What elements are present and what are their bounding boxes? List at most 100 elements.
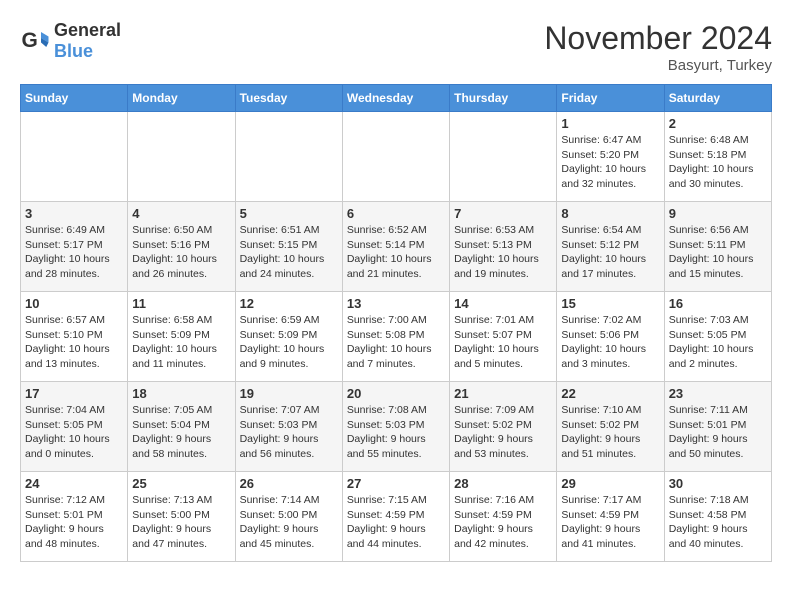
- calendar-cell: [128, 112, 235, 202]
- day-number: 10: [25, 296, 123, 311]
- calendar-cell: 26 Sunrise: 7:14 AMSunset: 5:00 PMDayligh…: [235, 472, 342, 562]
- calendar-cell: 4 Sunrise: 6:50 AMSunset: 5:16 PMDaylight…: [128, 202, 235, 292]
- day-of-week-header: Tuesday: [235, 85, 342, 112]
- day-number: 15: [561, 296, 659, 311]
- calendar-cell: 9 Sunrise: 6:56 AMSunset: 5:11 PMDaylight…: [664, 202, 771, 292]
- day-info: Sunrise: 7:18 AMSunset: 4:58 PMDaylight:…: [669, 493, 767, 552]
- day-info: Sunrise: 7:08 AMSunset: 5:03 PMDaylight:…: [347, 403, 445, 462]
- day-info: Sunrise: 6:50 AMSunset: 5:16 PMDaylight:…: [132, 223, 230, 282]
- calendar-cell: [342, 112, 449, 202]
- logo-blue: Blue: [54, 41, 93, 61]
- calendar-cell: 7 Sunrise: 6:53 AMSunset: 5:13 PMDaylight…: [450, 202, 557, 292]
- day-number: 29: [561, 476, 659, 491]
- day-number: 9: [669, 206, 767, 221]
- calendar-cell: 3Sunrise: 6:49 AMSunset: 5:17 PMDaylight…: [21, 202, 128, 292]
- day-info: Sunrise: 7:04 AMSunset: 5:05 PMDaylight:…: [25, 403, 123, 462]
- day-number: 14: [454, 296, 552, 311]
- day-number: 27: [347, 476, 445, 491]
- day-info: Sunrise: 7:13 AMSunset: 5:00 PMDaylight:…: [132, 493, 230, 552]
- calendar-cell: [21, 112, 128, 202]
- calendar-cell: 6 Sunrise: 6:52 AMSunset: 5:14 PMDaylight…: [342, 202, 449, 292]
- calendar-week-row: 10 Sunrise: 6:57 AMSunset: 5:10 PMDayligh…: [21, 292, 772, 382]
- calendar-cell: 14 Sunrise: 7:01 AMSunset: 5:07 PMDayligh…: [450, 292, 557, 382]
- day-info: Sunrise: 7:09 AMSunset: 5:02 PMDaylight:…: [454, 403, 552, 462]
- day-number: 6: [347, 206, 445, 221]
- day-number: 2: [669, 116, 767, 131]
- calendar-cell: 20 Sunrise: 7:08 AMSunset: 5:03 PMDayligh…: [342, 382, 449, 472]
- day-number: 18: [132, 386, 230, 401]
- day-info: Sunrise: 7:14 AMSunset: 5:00 PMDaylight:…: [240, 493, 338, 552]
- location-title: Basyurt, Turkey: [544, 57, 772, 74]
- day-number: 25: [132, 476, 230, 491]
- calendar-week-row: 1 Sunrise: 6:47 AMSunset: 5:20 PMDaylight…: [21, 112, 772, 202]
- calendar-cell: 21 Sunrise: 7:09 AMSunset: 5:02 PMDayligh…: [450, 382, 557, 472]
- calendar-cell: [450, 112, 557, 202]
- day-info: Sunrise: 7:02 AMSunset: 5:06 PMDaylight:…: [561, 313, 659, 372]
- calendar-cell: 10 Sunrise: 6:57 AMSunset: 5:10 PMDayligh…: [21, 292, 128, 382]
- day-number: 20: [347, 386, 445, 401]
- svg-text:G: G: [22, 29, 38, 52]
- calendar-cell: 1 Sunrise: 6:47 AMSunset: 5:20 PMDaylight…: [557, 112, 664, 202]
- day-of-week-header: Friday: [557, 85, 664, 112]
- day-number: 13: [347, 296, 445, 311]
- day-info: Sunrise: 7:11 AMSunset: 5:01 PMDaylight:…: [669, 403, 767, 462]
- day-number: 1: [561, 116, 659, 131]
- calendar-cell: 18 Sunrise: 7:05 AMSunset: 5:04 PMDayligh…: [128, 382, 235, 472]
- day-info: Sunrise: 6:56 AMSunset: 5:11 PMDaylight:…: [669, 223, 767, 282]
- day-info: Sunrise: 7:15 AMSunset: 4:59 PMDaylight:…: [347, 493, 445, 552]
- day-number: 28: [454, 476, 552, 491]
- day-info: Sunrise: 6:51 AMSunset: 5:15 PMDaylight:…: [240, 223, 338, 282]
- day-number: 16: [669, 296, 767, 311]
- day-of-week-header: Sunday: [21, 85, 128, 112]
- day-info: Sunrise: 7:12 AMSunset: 5:01 PMDaylight:…: [25, 493, 123, 552]
- calendar-week-row: 24 Sunrise: 7:12 AMSunset: 5:01 PMDayligh…: [21, 472, 772, 562]
- day-info: Sunrise: 7:01 AMSunset: 5:07 PMDaylight:…: [454, 313, 552, 372]
- calendar-cell: 22 Sunrise: 7:10 AMSunset: 5:02 PMDayligh…: [557, 382, 664, 472]
- month-title: November 2024: [544, 20, 772, 57]
- day-of-week-header: Thursday: [450, 85, 557, 112]
- day-number: 17: [25, 386, 123, 401]
- day-number: 5: [240, 206, 338, 221]
- calendar-cell: 8 Sunrise: 6:54 AMSunset: 5:12 PMDaylight…: [557, 202, 664, 292]
- calendar-cell: 23 Sunrise: 7:11 AMSunset: 5:01 PMDayligh…: [664, 382, 771, 472]
- calendar-cell: 12Sunrise: 6:59 AMSunset: 5:09 PMDayligh…: [235, 292, 342, 382]
- day-info: Sunrise: 6:47 AMSunset: 5:20 PMDaylight:…: [561, 133, 659, 192]
- calendar-cell: 2 Sunrise: 6:48 AMSunset: 5:18 PMDaylight…: [664, 112, 771, 202]
- calendar-week-row: 17 Sunrise: 7:04 AMSunset: 5:05 PMDayligh…: [21, 382, 772, 472]
- day-number: 8: [561, 206, 659, 221]
- day-info: Sunrise: 6:49 AMSunset: 5:17 PMDaylight:…: [25, 223, 123, 282]
- day-number: 4: [132, 206, 230, 221]
- calendar-cell: 24 Sunrise: 7:12 AMSunset: 5:01 PMDayligh…: [21, 472, 128, 562]
- day-info: Sunrise: 7:05 AMSunset: 5:04 PMDaylight:…: [132, 403, 230, 462]
- day-info: Sunrise: 6:58 AMSunset: 5:09 PMDaylight:…: [132, 313, 230, 372]
- day-info: Sunrise: 6:48 AMSunset: 5:18 PMDaylight:…: [669, 133, 767, 192]
- day-info: Sunrise: 7:03 AMSunset: 5:05 PMDaylight:…: [669, 313, 767, 372]
- logo: G General Blue: [20, 20, 121, 62]
- day-info: Sunrise: 6:54 AMSunset: 5:12 PMDaylight:…: [561, 223, 659, 282]
- day-number: 26: [240, 476, 338, 491]
- day-number: 30: [669, 476, 767, 491]
- calendar-cell: 11Sunrise: 6:58 AMSunset: 5:09 PMDayligh…: [128, 292, 235, 382]
- day-info: Sunrise: 7:10 AMSunset: 5:02 PMDaylight:…: [561, 403, 659, 462]
- day-number: 22: [561, 386, 659, 401]
- day-number: 12: [240, 296, 338, 311]
- logo-general: General: [54, 20, 121, 40]
- calendar-cell: 30 Sunrise: 7:18 AMSunset: 4:58 PMDayligh…: [664, 472, 771, 562]
- day-info: Sunrise: 6:53 AMSunset: 5:13 PMDaylight:…: [454, 223, 552, 282]
- day-of-week-header: Monday: [128, 85, 235, 112]
- day-info: Sunrise: 6:52 AMSunset: 5:14 PMDaylight:…: [347, 223, 445, 282]
- calendar-table: SundayMondayTuesdayWednesdayThursdayFrid…: [20, 84, 772, 562]
- day-info: Sunrise: 7:17 AMSunset: 4:59 PMDaylight:…: [561, 493, 659, 552]
- day-number: 24: [25, 476, 123, 491]
- day-number: 23: [669, 386, 767, 401]
- day-number: 21: [454, 386, 552, 401]
- day-number: 7: [454, 206, 552, 221]
- logo-icon: G: [20, 26, 50, 56]
- calendar-cell: 19Sunrise: 7:07 AMSunset: 5:03 PMDayligh…: [235, 382, 342, 472]
- day-of-week-header: Wednesday: [342, 85, 449, 112]
- day-info: Sunrise: 6:57 AMSunset: 5:10 PMDaylight:…: [25, 313, 123, 372]
- calendar-cell: [235, 112, 342, 202]
- day-info: Sunrise: 7:00 AMSunset: 5:08 PMDaylight:…: [347, 313, 445, 372]
- calendar-cell: 17 Sunrise: 7:04 AMSunset: 5:05 PMDayligh…: [21, 382, 128, 472]
- day-of-week-header: Saturday: [664, 85, 771, 112]
